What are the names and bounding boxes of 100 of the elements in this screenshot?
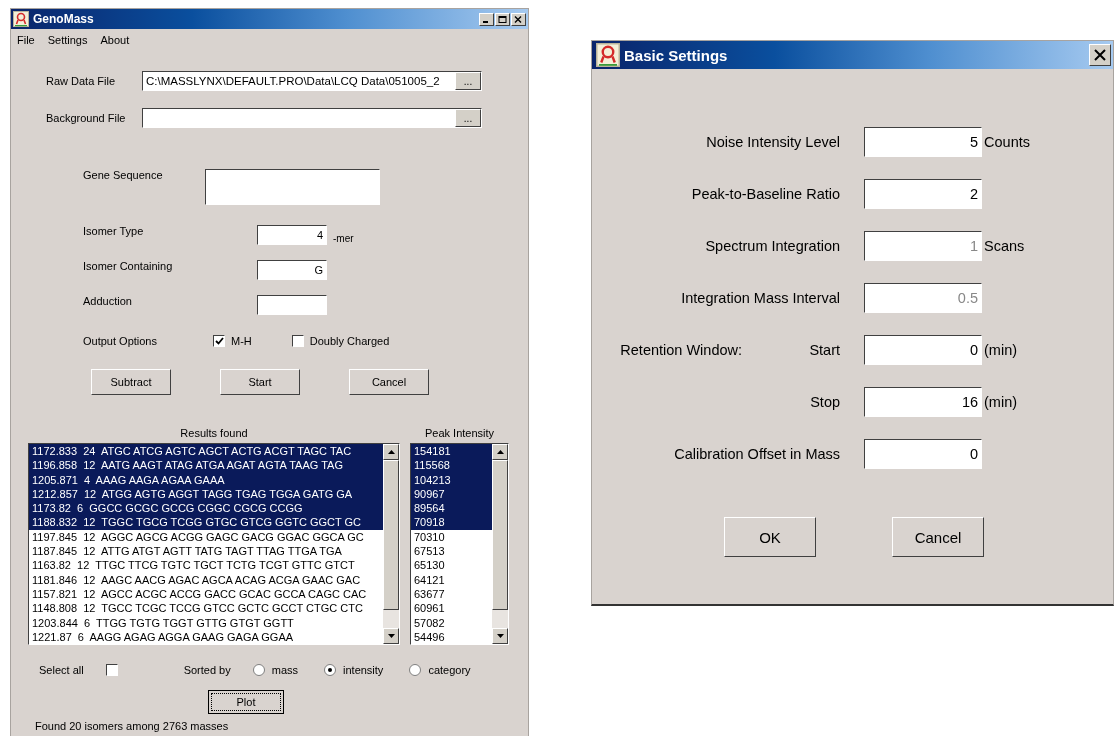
input-field[interactable]: 0 <box>864 335 983 365</box>
scroll-down-button[interactable] <box>383 628 399 645</box>
list-row[interactable]: 1148.808 12 TGCC TCGC TCCG GTCC GCTC GCCT CTGC CTC <box>29 601 383 616</box>
unit-label: -mer <box>333 233 354 244</box>
close-button[interactable] <box>1089 44 1111 66</box>
field-label: Gene Sequence <box>83 169 164 181</box>
list-row[interactable]: 64121 <box>411 572 492 587</box>
list-row[interactable]: 1196.858 12 AATG AAGT ATAG ATGA AGAT AGTA TAAG TAG <box>29 458 383 473</box>
field-label: Integration Mass Interval <box>680 290 842 306</box>
list-row[interactable]: 57082 <box>411 615 492 630</box>
minimize-button[interactable] <box>479 12 495 26</box>
scroll-up-button[interactable] <box>492 444 508 460</box>
list-row[interactable]: 1163.82 12 TTGC TTCG TGTC TGCT TCTG TCGT GTTC GTCT <box>29 558 383 573</box>
action-button[interactable]: Start <box>220 369 300 395</box>
radio-button[interactable] <box>252 664 265 677</box>
option-label: category <box>428 664 471 677</box>
down-arrow-icon <box>496 634 504 639</box>
list-title: Results found <box>180 427 248 441</box>
down-arrow-icon <box>387 634 395 639</box>
close-button[interactable] <box>511 12 527 26</box>
app-icon <box>596 43 621 67</box>
scrollbar[interactable] <box>383 444 399 645</box>
action-button[interactable]: Cancel <box>349 369 429 395</box>
file-path-field[interactable]: ... <box>142 108 482 128</box>
checkbox[interactable] <box>213 335 225 347</box>
list-row[interactable]: 70918 <box>411 515 492 530</box>
list-row[interactable]: 1221.87 6 AAGG AGAG AGGA GAAG GAGA GGAA <box>29 629 383 645</box>
list-row[interactable]: 89564 <box>411 501 492 516</box>
results-list[interactable]: 154181 115568 104213 90967 89564 70918 70310 67513 65130 64121 63677 60961 57082 54496 <box>410 443 509 646</box>
up-arrow-icon <box>496 450 504 454</box>
input-field[interactable]: 4 <box>257 225 327 245</box>
input-field[interactable]: G <box>257 260 327 280</box>
scroll-up-button[interactable] <box>383 444 399 460</box>
plot-button[interactable]: Plot <box>208 690 284 715</box>
list-row[interactable]: 60961 <box>411 601 492 616</box>
browse-button[interactable]: ... <box>455 72 481 90</box>
list-row[interactable]: 54496 <box>411 629 492 645</box>
menu-item[interactable]: About <box>100 34 130 52</box>
list-row[interactable]: 65130 <box>411 558 492 573</box>
action-button[interactable]: Subtract <box>91 369 171 395</box>
status-text: Found 20 isomers among 2763 masses <box>35 720 230 733</box>
list-row[interactable]: 1187.845 12 ATTG ATGT AGTT TATG TAGT TTAG TTGA TGA <box>29 544 383 559</box>
field-label: Background File <box>46 112 127 124</box>
input-field[interactable]: 16 <box>864 387 983 417</box>
list-row[interactable]: 1157.821 12 AGCC ACGC ACCG GACC GCAC GCCA CAGC CAC <box>29 586 383 602</box>
list-row[interactable]: 67513 <box>411 544 492 559</box>
menu-item[interactable]: Settings <box>47 34 88 52</box>
dialog-button[interactable]: OK <box>724 517 817 557</box>
up-arrow-icon <box>387 450 395 454</box>
radio-button[interactable] <box>324 664 336 677</box>
close-icon <box>1094 49 1106 61</box>
window-title: GenoMass <box>33 12 95 26</box>
maximize-button[interactable] <box>495 12 511 26</box>
field-label: Calibration Offset in Mass <box>673 446 842 462</box>
field-label: Select all <box>39 664 84 677</box>
unit-label: Scans <box>984 238 1026 254</box>
field-label: Noise Intensity Level <box>705 134 842 150</box>
menu-item[interactable]: File <box>17 34 35 52</box>
option-label: Doubly Charged <box>309 335 390 347</box>
maximize-icon <box>498 15 508 23</box>
option-label: M-H <box>231 335 252 347</box>
field-label: Start <box>808 342 842 358</box>
field-label: Raw Data File <box>46 75 117 87</box>
dialog-button[interactable]: Cancel <box>892 517 985 557</box>
scrollbar[interactable] <box>492 444 508 645</box>
list-row[interactable]: 1181.846 12 AAGC AACG AGAC AGCA ACAG ACGA GAAC GAC <box>29 572 383 587</box>
browse-button[interactable]: ... <box>455 109 481 127</box>
checkbox[interactable] <box>105 664 118 677</box>
field-label: Peak-to-Baseline Ratio <box>690 186 842 202</box>
list-row[interactable]: 63677 <box>411 586 492 602</box>
list-row[interactable]: 1172.833 24 ATGC ATCG AGTC AGCT ACTG ACGT TAGC TAC <box>29 444 383 459</box>
app-icon <box>13 11 29 27</box>
radio-button[interactable] <box>409 664 422 677</box>
option-label: mass <box>271 664 298 677</box>
unit-label: (min) <box>984 342 1019 358</box>
field-label: Stop <box>809 394 842 410</box>
list-row[interactable]: 115568 <box>411 458 492 473</box>
list-row[interactable]: 70310 <box>411 529 492 545</box>
list-row[interactable]: 1173.82 6 GGCC GCGC GCCG CGGC CGCG CCGG <box>29 501 383 516</box>
field-label: Isomer Containing <box>83 260 174 272</box>
list-row[interactable]: 1203.844 6 TTGG TGTG TGGT GTTG GTGT GGTT <box>29 615 383 630</box>
list-title: Peak Intensity <box>424 427 495 441</box>
close-icon <box>514 15 524 23</box>
list-row[interactable]: 1197.845 12 AGGC AGCG ACGG GAGC GACG GGAC GGCA GC <box>29 529 383 545</box>
field-label: Output Options <box>83 335 158 347</box>
field-label: Retention Window: <box>620 342 743 358</box>
unit-label: (min) <box>984 394 1019 410</box>
checkbox[interactable] <box>291 335 304 347</box>
list-row[interactable]: 1188.832 12 TGGC TGCG TCGG GTGC GTCG GGTC GGCT GC <box>29 515 383 530</box>
field-label: Spectrum Integration <box>704 238 842 254</box>
scroll-down-button[interactable] <box>492 628 508 645</box>
gene-sequence-field[interactable] <box>205 169 380 205</box>
input-field[interactable]: 5 <box>864 127 983 157</box>
input-field[interactable] <box>257 295 327 315</box>
input-field[interactable]: 2 <box>864 179 983 209</box>
list-row[interactable]: 154181 <box>411 444 492 459</box>
option-label: intensity <box>343 664 384 677</box>
results-list[interactable] <box>28 443 400 646</box>
input-field[interactable]: 0 <box>864 439 983 469</box>
file-path-field[interactable]: C:\MASSLYNX\DEFAULT.PRO\Data\LCQ Data\051005_2 ... <box>142 71 482 91</box>
